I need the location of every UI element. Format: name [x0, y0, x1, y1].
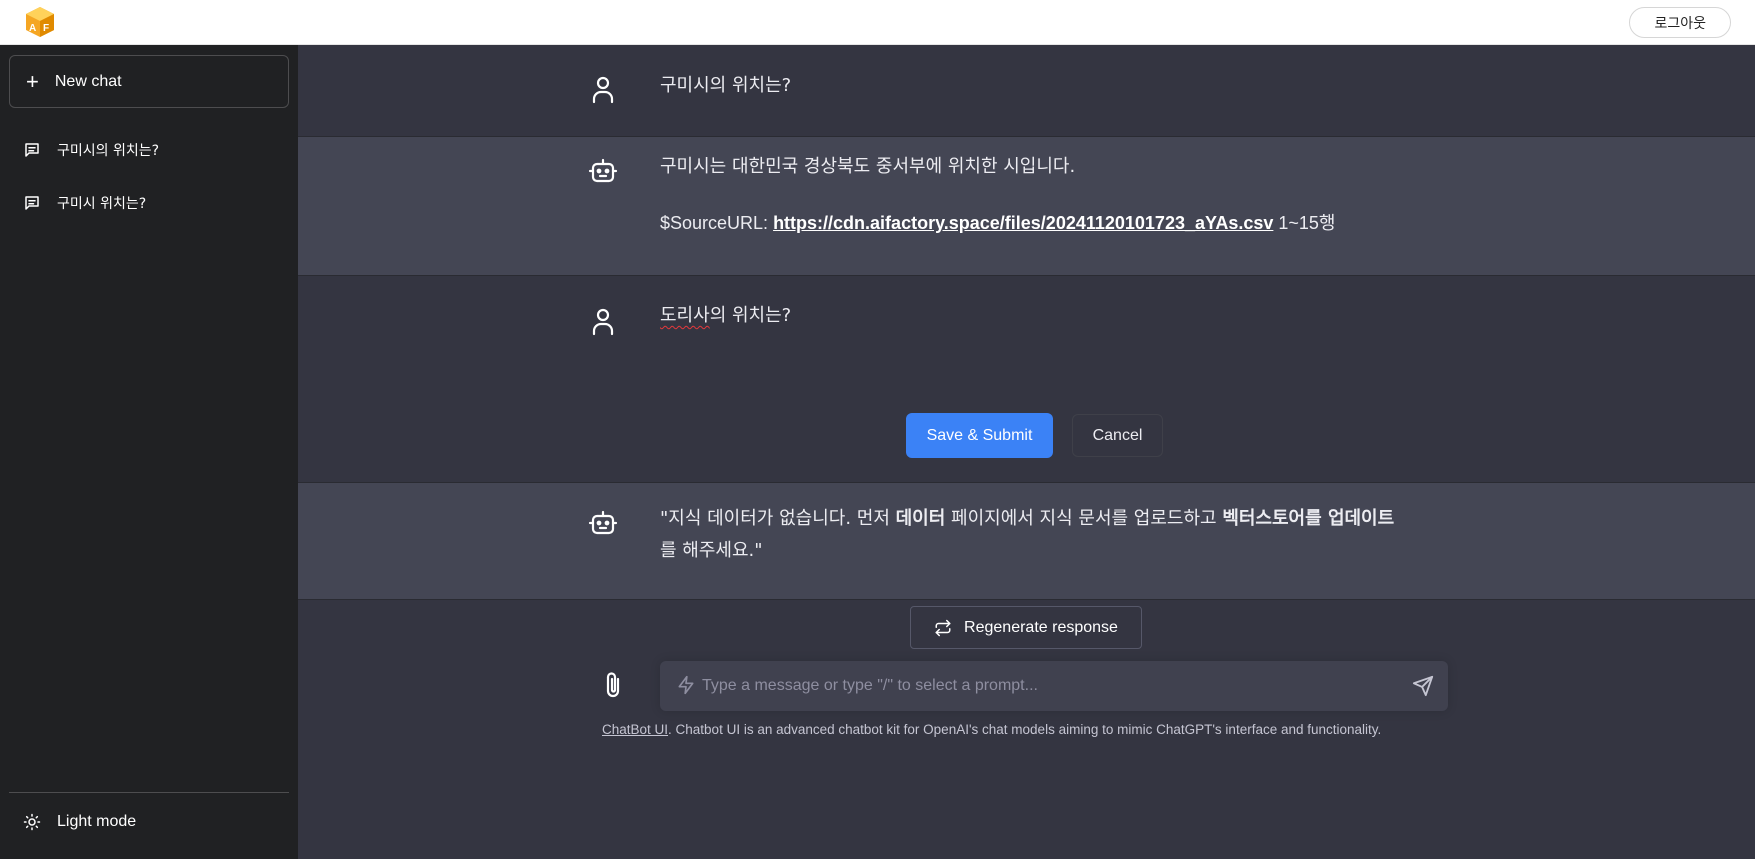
misspelled-word: 도리사 — [660, 305, 710, 326]
new-chat-button[interactable]: + New chat — [9, 55, 289, 108]
edit-message-textarea[interactable]: 도리사의 위치는? — [660, 300, 1420, 332]
lightning-bolt-icon[interactable] — [676, 674, 696, 696]
cancel-button[interactable]: Cancel — [1072, 414, 1163, 457]
chat-message-user: 구미시의 위치는? — [298, 45, 1755, 137]
sidebar-conversation-item[interactable]: 구미시의 위치는? — [9, 130, 289, 170]
sidebar: + New chat 구미시의 위치는? 구미시 위치는? Light mode — [0, 45, 298, 859]
save-submit-button[interactable]: Save & Submit — [906, 413, 1053, 458]
plus-icon: + — [26, 68, 39, 94]
paperclip-icon[interactable] — [600, 670, 626, 700]
regenerate-label: Regenerate response — [964, 618, 1118, 636]
message-part: 페이지에서 지식 문서를 업로드하고 — [945, 508, 1223, 529]
message-text-rest: 의 위치는? — [709, 305, 792, 326]
source-prefix: $SourceURL: — [660, 213, 774, 233]
source-url-link[interactable]: https://cdn.aifactory.space/files/202411… — [773, 213, 1273, 233]
refresh-icon — [935, 619, 951, 636]
chat-message-assistant: 구미시는 대한민국 경상북도 중서부에 위치한 시입니다. $SourceURL… — [298, 137, 1755, 276]
logo-letter-a: A — [29, 23, 36, 34]
sidebar-conversation-item[interactable]: 구미시 위치는? — [9, 183, 289, 223]
message-part: 를 해주세요." — [660, 540, 763, 561]
chat-message-assistant: "지식 데이터가 없습니다. 먼저 데이터 페이지에서 지식 문서를 업로드하고… — [298, 483, 1755, 600]
chatbot-ui-link[interactable]: ChatBot UI — [602, 722, 668, 737]
send-icon[interactable] — [1412, 675, 1434, 697]
sidebar-divider — [9, 792, 289, 793]
chat-bubble-icon — [25, 196, 39, 210]
user-avatar-icon — [592, 308, 614, 336]
message-paragraph: 구미시는 대한민국 경상북도 중서부에 위치한 시입니다. — [660, 156, 1076, 177]
chat-main: 구미시의 위치는? 구미시는 대한민국 경상북도 중서부에 위치한 시입니다. … — [298, 45, 1755, 859]
message-part: "지식 데이터가 없습니다. 먼저 — [660, 508, 896, 529]
source-suffix: 1~15행 — [1273, 213, 1336, 233]
message-text: 구미시는 대한민국 경상북도 중서부에 위치한 시입니다. $SourceURL… — [660, 151, 1460, 239]
light-mode-button[interactable]: Light mode — [9, 802, 289, 842]
new-chat-label: New chat — [54, 72, 122, 90]
light-mode-label: Light mode — [57, 813, 137, 830]
chat-bubble-icon — [25, 143, 39, 157]
message-bold-part: 데이터 — [895, 508, 946, 529]
top-bar: A F 로그아웃 — [0, 0, 1755, 45]
source-line: $SourceURL: https://cdn.aifactory.space/… — [660, 207, 1460, 239]
message-bold-part: 벡터스토어를 업데이트 — [1222, 508, 1395, 529]
app-logo[interactable]: A F — [24, 6, 56, 38]
footer-description: . Chatbot UI is an advanced chatbot kit … — [668, 722, 1382, 737]
message-input[interactable] — [702, 661, 1382, 711]
regenerate-response-button[interactable]: Regenerate response — [910, 606, 1142, 649]
user-avatar-icon — [592, 76, 614, 104]
robot-avatar-icon — [588, 510, 618, 535]
logo-letter-f: F — [43, 23, 49, 34]
message-text: "지식 데이터가 없습니다. 먼저 데이터 페이지에서 지식 문서를 업로드하고… — [660, 503, 1400, 567]
conversation-title: 구미시의 위치는? — [57, 143, 160, 159]
message-text: 구미시의 위치는? — [660, 75, 792, 96]
footer-text: ChatBot UI. Chatbot UI is an advanced ch… — [602, 722, 1452, 737]
sun-icon — [23, 813, 41, 831]
conversation-title: 구미시 위치는? — [57, 196, 147, 212]
logout-button[interactable]: 로그아웃 — [1629, 7, 1731, 38]
message-input-box — [660, 661, 1448, 711]
robot-avatar-icon — [588, 158, 618, 183]
